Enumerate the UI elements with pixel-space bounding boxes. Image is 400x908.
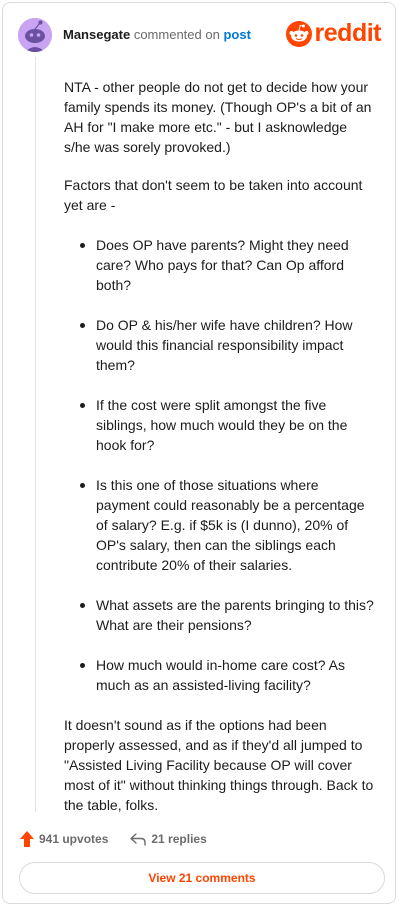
reply-arrow-icon [130, 833, 147, 846]
reddit-logo[interactable]: reddit [285, 19, 382, 48]
upvote-button[interactable]: 941 upvotes [20, 831, 108, 847]
list-item: How much would in-home care cost? As muc… [64, 655, 376, 695]
comment-paragraph: Factors that don't seem to be taken into… [64, 177, 363, 213]
comment-header: Mansegate commented on post [63, 27, 251, 42]
list-item: Is this one of those situations where pa… [64, 475, 376, 575]
view-comments-button[interactable]: View 21 comments [19, 862, 385, 894]
list-item: If the cost were split amongst the five … [64, 395, 376, 455]
commented-on-text: commented on [133, 27, 220, 42]
comment-paragraph: NTA - other people do not get to decide … [64, 79, 372, 155]
reply-button[interactable]: 21 replies [130, 832, 207, 846]
factors-list: Does OP have parents? Might they need ca… [64, 235, 376, 695]
list-item: What assets are the parents bringing to … [64, 595, 376, 635]
thread-line[interactable] [35, 57, 36, 812]
reply-count: 21 replies [151, 832, 207, 846]
snoo-avatar-icon [18, 18, 52, 52]
upvote-arrow-icon [20, 831, 34, 847]
reddit-wordmark: reddit [314, 19, 382, 47]
comment-card: Mansegate commented on post reddit NTA -… [2, 2, 396, 904]
post-link[interactable]: post [223, 27, 250, 42]
list-item: Do OP & his/her wife have children? How … [64, 315, 376, 375]
upvote-count: 941 upvotes [39, 832, 109, 846]
list-item: Does OP have parents? Might they need ca… [64, 235, 376, 295]
comment-body: NTA - other people do not get to decide … [64, 77, 376, 815]
reddit-logo-icon [285, 20, 312, 47]
user-avatar[interactable] [18, 18, 52, 52]
username-link[interactable]: Mansegate [63, 27, 130, 42]
comment-paragraph: It doesn't sound as if the options had b… [64, 717, 374, 813]
comment-actions: 941 upvotes 21 replies [20, 829, 207, 849]
